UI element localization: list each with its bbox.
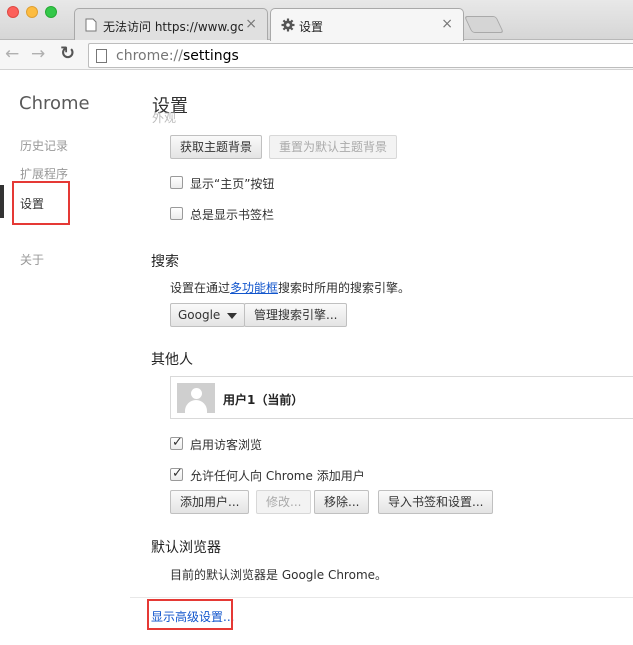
url-text[interactable]: chrome://settings xyxy=(116,48,239,64)
back-arrow-icon[interactable]: ← xyxy=(5,44,19,64)
avatar xyxy=(177,383,215,413)
tab-settings[interactable]: 设置 × xyxy=(270,8,464,41)
brand-title: Chrome xyxy=(19,93,90,114)
sidebar-item-about[interactable]: 关于 xyxy=(20,251,44,268)
dropdown-arrow-icon xyxy=(227,313,238,319)
tab-title: 设置 xyxy=(299,20,324,34)
search-desc-suffix: 搜索时所用的搜索引擎。 xyxy=(278,281,411,295)
show-home-label: 显示“主页”按钮 xyxy=(190,177,275,191)
guest-browsing-checkbox[interactable]: ✓ xyxy=(170,435,183,450)
address-bar[interactable]: chrome://settings xyxy=(88,43,633,68)
user-list[interactable]: 用户1（当前） xyxy=(170,376,633,419)
tab-title: 无法访问 https://www.google.com xyxy=(103,20,243,34)
toolbar: ← → ↻ chrome://settings xyxy=(0,40,633,70)
search-heading: 搜索 xyxy=(151,254,179,270)
show-home-checkbox[interactable] xyxy=(170,176,183,189)
selected-indicator xyxy=(0,185,4,218)
show-bookmarks-label: 总是显示书签栏 xyxy=(190,208,275,222)
add-user-button[interactable]: 添加用户... xyxy=(170,490,250,514)
import-bookmarks-button[interactable]: 导入书签和设置... xyxy=(378,490,494,514)
tab-unreachable[interactable]: 无法访问 https://www.google.com × xyxy=(74,8,268,40)
tab-close-icon[interactable]: × xyxy=(245,16,257,32)
highlight-box-advanced xyxy=(147,599,233,630)
default-browser-heading: 默认浏览器 xyxy=(151,540,221,556)
checkmark-icon: ✓ xyxy=(172,435,183,450)
anyone-add-user-label: 允许任何人向 Chrome 添加用户 xyxy=(190,469,365,483)
search-description: 设置在通过多功能框搜索时所用的搜索引擎。 xyxy=(170,279,410,296)
user-name: 用户1（当前） xyxy=(223,393,304,407)
window-minimize-button[interactable] xyxy=(26,6,38,18)
search-engine-value: Google xyxy=(178,308,221,322)
reload-icon[interactable]: ↻ xyxy=(60,43,75,64)
divider xyxy=(130,597,633,598)
checkmark-icon: ✓ xyxy=(172,466,183,481)
remove-user-button[interactable]: 移除... xyxy=(314,490,370,514)
page-icon xyxy=(85,18,97,32)
search-engine-select[interactable]: Google xyxy=(170,303,246,327)
appearance-heading-faded: 外观 xyxy=(152,111,177,125)
people-heading: 其他人 xyxy=(151,352,193,368)
default-browser-description: 目前的默认浏览器是 Google Chrome。 xyxy=(170,568,388,582)
sidebar-item-extensions[interactable]: 扩展程序 xyxy=(20,165,68,182)
search-desc-prefix: 设置在通过 xyxy=(170,281,231,295)
reset-theme-button[interactable]: 重置为默认主题背景 xyxy=(269,135,398,159)
page-icon xyxy=(96,49,107,63)
settings-main: 设置 外观 获取主题背景 重置为默认主题背景 显示“主页”按钮 总是显示书签栏 … xyxy=(130,71,633,645)
forward-arrow-icon[interactable]: → xyxy=(31,44,45,64)
edit-user-button[interactable]: 修改... xyxy=(256,490,312,514)
highlight-box-settings xyxy=(12,181,70,225)
manage-search-engines-button[interactable]: 管理搜索引擎... xyxy=(244,303,348,327)
anyone-add-user-checkbox[interactable]: ✓ xyxy=(170,466,183,481)
url-scheme: chrome:// xyxy=(116,48,183,64)
show-bookmarks-checkbox[interactable] xyxy=(170,207,183,220)
title-bar: 无法访问 https://www.google.com × 设置 × xyxy=(0,0,633,41)
sidebar: Chrome 历史记录 扩展程序 设置 关于 xyxy=(0,71,130,645)
url-path: settings xyxy=(183,48,239,64)
window-maximize-button[interactable] xyxy=(45,6,57,18)
window-close-button[interactable] xyxy=(7,6,19,18)
new-tab-button[interactable] xyxy=(464,16,504,33)
tab-close-icon[interactable]: × xyxy=(441,16,453,32)
gear-icon xyxy=(281,18,295,32)
sidebar-item-history[interactable]: 历史记录 xyxy=(20,137,68,154)
get-themes-button[interactable]: 获取主题背景 xyxy=(170,135,263,159)
guest-browsing-label: 启用访客浏览 xyxy=(190,438,263,452)
omnibox-link[interactable]: 多功能框 xyxy=(230,281,278,295)
